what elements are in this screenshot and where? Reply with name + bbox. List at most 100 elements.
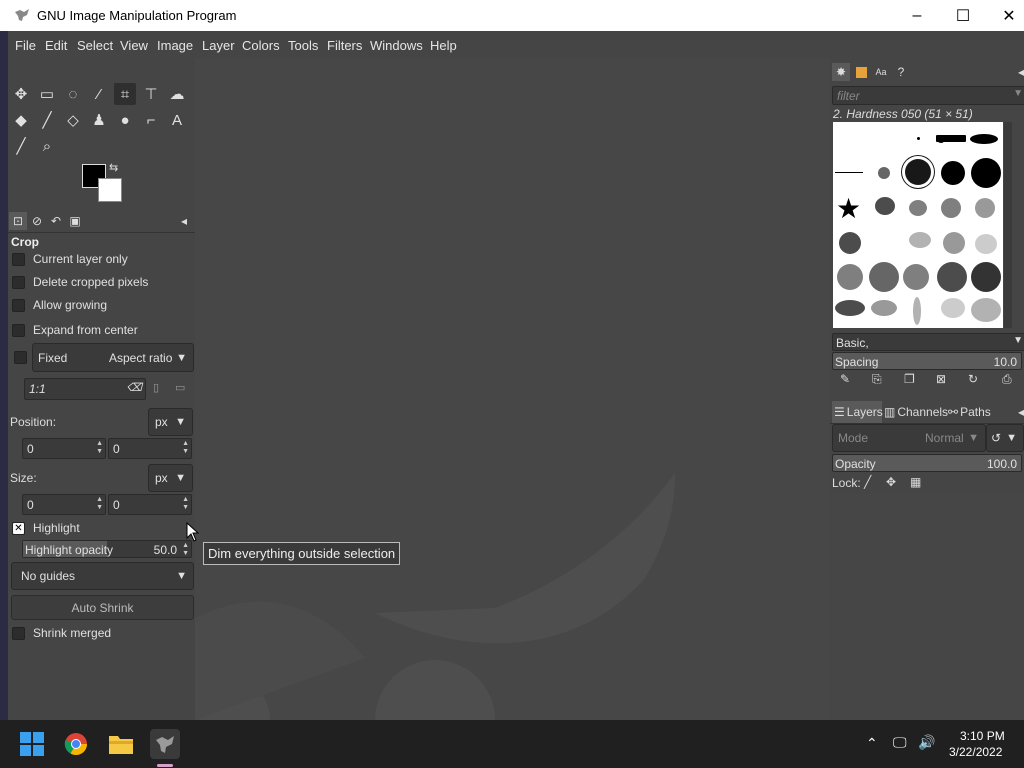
clock-time[interactable]: 3:10 PM bbox=[960, 729, 1005, 743]
menu-layer[interactable]: Layer bbox=[202, 38, 235, 53]
layers-list[interactable] bbox=[830, 494, 1024, 720]
portrait-icon[interactable]: ▯ bbox=[153, 381, 159, 394]
delete-brush-icon[interactable]: ⊠ bbox=[936, 372, 946, 386]
tab-layers[interactable]: ☰ Layers bbox=[832, 401, 883, 423]
spin-icon[interactable]: ▲ ▼ bbox=[182, 542, 189, 558]
clone-icon[interactable]: ♟ bbox=[88, 109, 110, 131]
edit-brush-icon[interactable]: ✎ bbox=[840, 372, 850, 386]
text-icon[interactable]: A bbox=[166, 109, 188, 131]
duplicate-brush-icon[interactable]: ❐ bbox=[904, 372, 915, 386]
delete-cropped-option[interactable]: Delete cropped pixels bbox=[12, 273, 148, 291]
expand-from-center-option[interactable]: Expand from center bbox=[12, 321, 138, 339]
brush-filter-input[interactable]: filter ▼ bbox=[832, 86, 1024, 105]
menu-filters[interactable]: Filters bbox=[327, 38, 362, 53]
menu-colors[interactable]: Colors bbox=[242, 38, 280, 53]
spin-icon[interactable]: ▲ ▼ bbox=[182, 440, 189, 456]
paths-icon[interactable]: ⌐ bbox=[140, 109, 162, 131]
lock-pixels-icon[interactable]: ╱ bbox=[864, 475, 871, 489]
landscape-icon[interactable]: ▭ bbox=[175, 381, 185, 394]
size-w-input[interactable]: 0 ▲ ▼ bbox=[22, 494, 106, 515]
close-button[interactable]: ✕ bbox=[986, 0, 1024, 31]
menu-help[interactable]: Help bbox=[430, 38, 457, 53]
image-canvas[interactable] bbox=[195, 58, 830, 720]
file-explorer-icon[interactable] bbox=[106, 729, 136, 759]
layer-opacity-slider[interactable]: Opacity 100.0 bbox=[832, 454, 1022, 472]
spin-icon[interactable]: ▲ ▼ bbox=[96, 496, 103, 512]
spin-icon[interactable]: ▲ ▼ bbox=[96, 440, 103, 456]
crop-icon[interactable]: ⌗ bbox=[114, 83, 136, 105]
brush-tag-input[interactable]: Basic, ▼ bbox=[832, 333, 1024, 351]
volume-icon[interactable]: 🔊 bbox=[918, 734, 935, 751]
warp-icon[interactable]: ☁ bbox=[166, 83, 188, 105]
ratio-input[interactable]: 1:1 ⌫ bbox=[24, 378, 146, 400]
move-icon[interactable]: ✥ bbox=[10, 83, 32, 105]
spin-icon[interactable]: ▲ ▼ bbox=[182, 496, 189, 512]
current-layer-only-option[interactable]: Current layer only bbox=[12, 250, 128, 268]
smudge-icon[interactable]: ● bbox=[114, 109, 136, 131]
layer-mode-combo[interactable]: Mode Normal ▼ bbox=[832, 424, 986, 452]
chevron-up-icon[interactable]: ⌃ bbox=[866, 735, 878, 752]
network-icon[interactable]: 🖵 bbox=[893, 734, 907, 751]
fonts-tab-icon[interactable]: Aa bbox=[872, 63, 890, 81]
paintbrush-icon[interactable]: ╱ bbox=[36, 109, 58, 131]
highlight-opacity-slider[interactable]: Highlight opacity 50.0 ▲ ▼ bbox=[22, 540, 192, 558]
size-unit-combo[interactable]: px ▼ bbox=[148, 464, 193, 492]
brush-grid[interactable]: ★ bbox=[833, 122, 1003, 328]
fixed-aspect-combo[interactable]: Fixed Aspect ratio ▼ bbox=[32, 343, 194, 372]
position-y-input[interactable]: 0 ▲ ▼ bbox=[108, 438, 192, 459]
menu-tools[interactable]: Tools bbox=[288, 38, 318, 53]
menu-image[interactable]: Image bbox=[157, 38, 193, 53]
clear-icon[interactable]: ⌫ bbox=[126, 381, 142, 394]
open-brush-image-icon[interactable]: ⎙ bbox=[1002, 372, 1012, 387]
tool-options-tab-icon[interactable]: ⊡ bbox=[9, 212, 27, 230]
clock-date[interactable]: 3/22/2022 bbox=[949, 745, 1002, 759]
menu-edit[interactable]: Edit bbox=[45, 38, 67, 53]
tab-channels[interactable]: ▥ Channels bbox=[884, 401, 948, 423]
gimp-taskbar-icon[interactable] bbox=[150, 729, 180, 759]
checkbox[interactable] bbox=[12, 298, 25, 312]
patterns-tab-icon[interactable] bbox=[852, 63, 870, 81]
minimize-button[interactable]: – bbox=[894, 0, 940, 31]
chrome-icon[interactable] bbox=[61, 729, 91, 759]
menu-windows[interactable]: Windows bbox=[370, 38, 423, 53]
lock-alpha-icon[interactable]: ▦ bbox=[910, 475, 921, 489]
dock-menu-icon[interactable]: ◂ bbox=[1012, 403, 1024, 421]
tab-paths[interactable]: ⚯ Paths bbox=[948, 401, 998, 423]
refresh-brushes-icon[interactable]: ↻ bbox=[968, 372, 978, 386]
images-tab-icon[interactable]: ▣ bbox=[66, 212, 84, 230]
checkbox[interactable] bbox=[12, 323, 25, 337]
device-status-tab-icon[interactable]: ⊘ bbox=[28, 212, 46, 230]
windows-start-icon[interactable] bbox=[17, 729, 47, 759]
dock-menu-icon[interactable]: ◂ bbox=[1012, 63, 1024, 81]
shrink-merged-option[interactable]: Shrink merged bbox=[12, 624, 111, 642]
layer-composite-combo[interactable]: ↺ ▼ bbox=[986, 424, 1024, 452]
dock-menu-icon[interactable]: ◂ bbox=[175, 212, 193, 230]
position-unit-combo[interactable]: px ▼ bbox=[148, 408, 193, 436]
position-x-input[interactable]: 0 ▲ ▼ bbox=[22, 438, 106, 459]
guides-combo[interactable]: No guides ▼ bbox=[11, 562, 194, 590]
lock-position-icon[interactable]: ✥ bbox=[886, 475, 896, 489]
swap-colors-icon[interactable]: ⇆ bbox=[109, 161, 118, 174]
undo-history-tab-icon[interactable]: ↶ bbox=[47, 212, 65, 230]
color-picker-icon[interactable]: ╱ bbox=[10, 135, 32, 157]
brush-scrollbar[interactable] bbox=[1004, 122, 1012, 328]
lasso-icon[interactable]: ◌ bbox=[62, 83, 84, 105]
bucket-fill-icon[interactable]: ◆ bbox=[10, 109, 32, 131]
eraser-icon[interactable]: ◇ bbox=[62, 109, 84, 131]
background-color-swatch[interactable] bbox=[98, 178, 122, 202]
brushes-tab-icon[interactable]: ✸ bbox=[832, 63, 850, 81]
zoom-icon[interactable]: ⌕ bbox=[36, 135, 58, 157]
checkbox[interactable] bbox=[12, 252, 25, 266]
menu-view[interactable]: View bbox=[120, 38, 148, 53]
checkbox[interactable] bbox=[12, 275, 25, 289]
highlight-option[interactable]: ✕ Highlight bbox=[12, 519, 80, 537]
checkbox-checked-icon[interactable]: ✕ bbox=[12, 521, 25, 535]
auto-shrink-button[interactable]: Auto Shrink bbox=[11, 595, 194, 620]
fixed-checkbox[interactable] bbox=[14, 351, 27, 364]
menu-file[interactable]: File bbox=[15, 38, 36, 53]
checkbox[interactable] bbox=[12, 626, 25, 640]
fuzzy-select-icon[interactable]: ⁄ bbox=[88, 83, 110, 105]
menu-select[interactable]: Select bbox=[77, 38, 113, 53]
maximize-button[interactable]: ☐ bbox=[940, 0, 986, 31]
allow-growing-option[interactable]: Allow growing bbox=[12, 296, 107, 314]
